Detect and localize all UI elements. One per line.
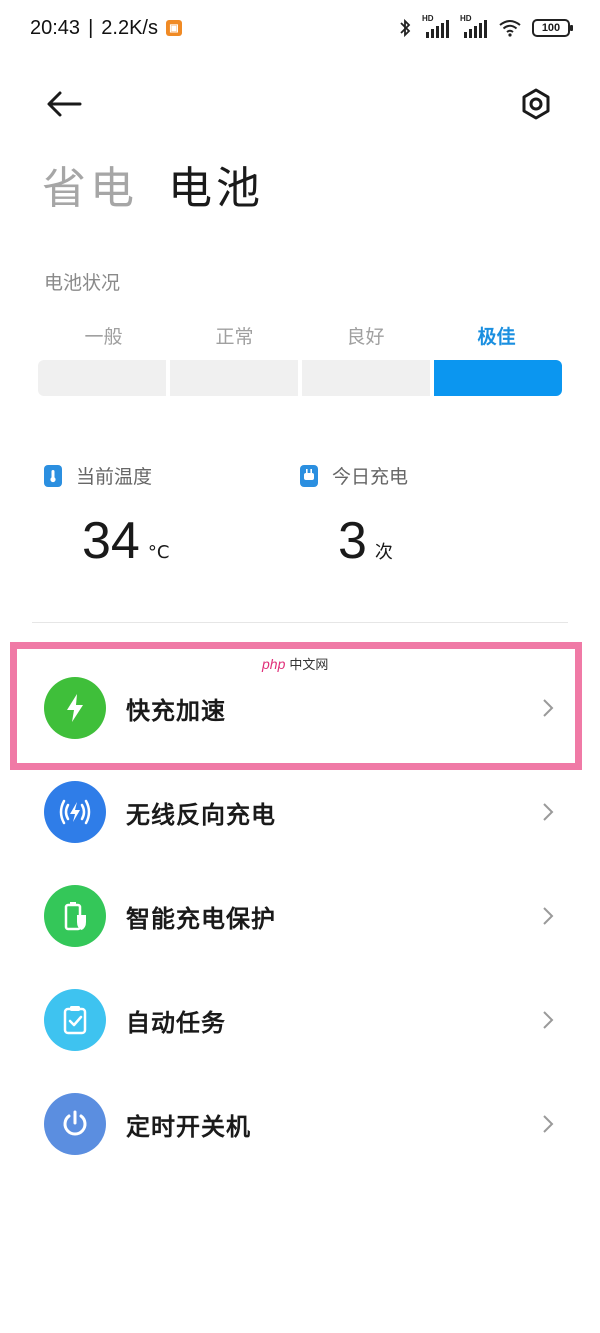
menu-item-fast-charge[interactable]: 快充加速 (0, 660, 600, 756)
chevron-right-icon (538, 800, 558, 824)
lightning-icon (44, 677, 106, 739)
bluetooth-icon (400, 18, 411, 38)
level-segment (170, 360, 298, 396)
notification-app-icon: ▣ (165, 20, 182, 36)
battery-icon: 100 (532, 19, 573, 37)
charges-today-unit: 次 (374, 542, 393, 563)
battery-status-levels: 一般 正常 良好 极佳 (38, 322, 562, 349)
menu-item-auto-tasks[interactable]: 自动任务 (0, 972, 600, 1068)
menu-label-auto-tasks: 自动任务 (126, 1008, 226, 1037)
status-net-speed: 2.2K/s (101, 16, 158, 39)
battery-level-text: 100 (541, 22, 561, 34)
level-label-good: 良好 (346, 326, 385, 348)
menu-item-smart-protection[interactable]: 智能充电保护 (0, 868, 600, 964)
temperature-unit: °C (147, 542, 170, 563)
level-segment (38, 360, 166, 396)
chevron-right-icon (538, 696, 558, 720)
temperature-value: 34 (82, 512, 140, 570)
watermark-suffix: 中文网 (289, 658, 329, 673)
status-left: 20:43 | 2.2K/s ▣ (30, 17, 182, 40)
charges-today-label: 今日充电 (332, 466, 409, 488)
tab-power-saving[interactable]: 省电 (42, 152, 138, 216)
level-label-excellent: 极佳 (477, 326, 516, 348)
menu-label-scheduled-power: 定时开关机 (126, 1112, 251, 1141)
level-label-normal: 正常 (215, 326, 254, 348)
watermark-brand: php (262, 655, 286, 672)
charges-today-value: 3 (338, 512, 367, 570)
signal-strength-icon: HD (422, 14, 450, 38)
temperature-label: 当前温度 (76, 466, 153, 488)
watermark: php 中文网 (262, 654, 329, 674)
menu-label-fast-charge: 快充加速 (126, 696, 226, 725)
power-icon (44, 1093, 106, 1155)
settings-button[interactable] (514, 82, 558, 126)
temperature-stat: 当前温度 34 °C (44, 462, 169, 571)
top-tabs: 省电 电池 (42, 152, 264, 216)
level-segment (302, 360, 430, 396)
battery-shield-icon (44, 885, 106, 947)
clipboard-check-icon (44, 989, 106, 1051)
chevron-right-icon (538, 904, 558, 928)
menu-label-smart-protection: 智能充电保护 (126, 904, 276, 933)
arrow-left-icon (47, 91, 82, 117)
chevron-right-icon (538, 1112, 558, 1136)
chevron-right-icon (538, 1008, 558, 1032)
status-right: HD HD 100 (398, 14, 573, 38)
tab-battery[interactable]: 电池 (168, 152, 264, 216)
battery-status-label: 电池状况 (44, 272, 121, 294)
menu-label-reverse-wireless: 无线反向充电 (126, 800, 276, 829)
level-segment-active (434, 360, 562, 396)
charges-today-stat: 今日充电 3 次 (300, 462, 408, 571)
status-bar: 20:43 | 2.2K/s ▣ HD HD 100 (0, 0, 600, 56)
section-divider (32, 622, 568, 623)
battery-status-bar (38, 360, 562, 396)
wireless-charge-icon (44, 781, 106, 843)
menu-item-scheduled-power[interactable]: 定时开关机 (0, 1076, 600, 1172)
menu-item-reverse-wireless[interactable]: 无线反向充电 (0, 764, 600, 860)
wifi-icon (499, 20, 521, 37)
back-button[interactable] (44, 84, 84, 124)
charge-plug-icon (300, 464, 318, 487)
signal-strength-icon-2: HD (460, 14, 488, 38)
status-separator: | (88, 16, 94, 39)
thermometer-icon (44, 464, 62, 487)
gear-icon (522, 88, 550, 120)
level-label-general: 一般 (84, 326, 123, 348)
status-time: 20:43 (30, 16, 81, 39)
